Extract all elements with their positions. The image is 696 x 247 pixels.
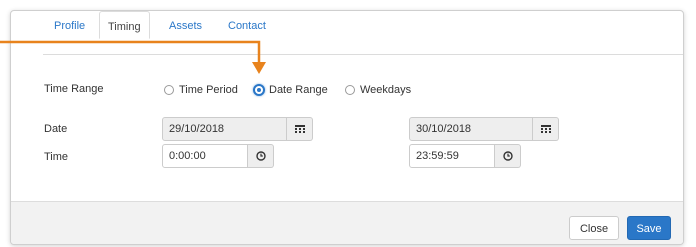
dialog-footer: Close Save [11,201,683,244]
end-date-input[interactable]: 30/10/2018 [409,117,533,141]
radio-date-range-label: Date Range [269,84,328,96]
end-date-calendar-button[interactable] [533,117,559,141]
start-time-input[interactable]: 0:00:00 [162,144,248,168]
date-label: Date [44,123,68,135]
radio-date-range-circle[interactable] [253,84,265,96]
clock-icon [502,151,513,161]
radio-time-period-label: Time Period [179,84,238,96]
clock-icon [255,151,266,161]
calendar-icon [294,124,305,133]
save-button[interactable]: Save [627,216,671,240]
start-date-calendar-button[interactable] [287,117,313,141]
radio-weekdays-circle[interactable] [345,85,355,95]
end-time-input[interactable]: 23:59:59 [409,144,495,168]
time-label: Time [44,151,69,163]
radio-time-period[interactable]: Time Period [164,83,238,97]
time-range-label: Time Range [44,83,104,95]
radio-date-range[interactable]: Date Range [253,83,328,97]
calendar-icon [540,124,551,133]
close-button[interactable]: Close [569,216,619,240]
radio-time-period-circle[interactable] [164,85,174,95]
radio-weekdays[interactable]: Weekdays [345,83,411,97]
start-date-input[interactable]: 29/10/2018 [162,117,287,141]
start-time-clock-button[interactable] [248,144,274,168]
radio-weekdays-label: Weekdays [360,84,412,96]
end-time-clock-button[interactable] [495,144,521,168]
callout-arrow [0,40,266,74]
